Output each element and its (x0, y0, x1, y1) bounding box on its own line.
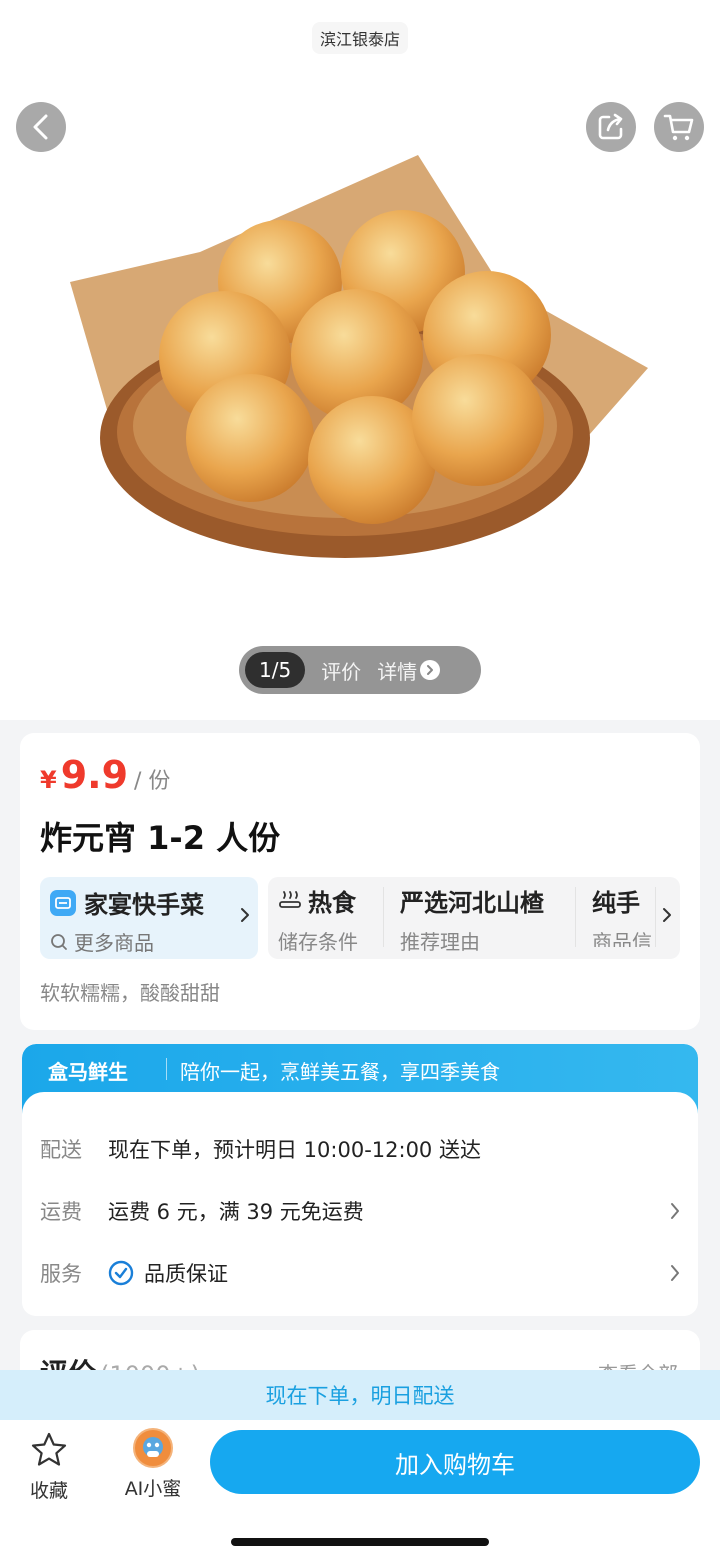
delivery-notice: 现在下单，明日配送 (0, 1370, 720, 1420)
delivery-row: 配送 现在下单，预计明日 10:00-12:00 送达 (40, 1134, 680, 1164)
bottom-action-bar: 收藏 AI小蜜 加入购物车 (0, 1420, 720, 1560)
cart-button[interactable] (654, 102, 704, 152)
attribute-storage-title: 热食 (308, 889, 356, 917)
home-indicator (231, 1538, 489, 1546)
star-icon (31, 1432, 67, 1466)
shipping-fee-row[interactable]: 运费 运费 6 元，满 39 元免运费 (40, 1196, 680, 1226)
attribute-reason: 严选河北山楂 推荐理由 (384, 887, 576, 954)
attribute-reason-sub: 推荐理由 (400, 930, 480, 954)
attribute-other-title: 纯手 (592, 889, 640, 917)
more-products-link: 更多商品 (74, 931, 154, 955)
chevron-right-icon (671, 1203, 679, 1219)
back-button[interactable] (16, 102, 66, 152)
tab-reviews[interactable]: 评价 (321, 656, 361, 685)
chevron-left-icon (33, 114, 48, 140)
category-name: 家宴快手菜 (84, 891, 204, 919)
service-row[interactable]: 服务 品质保证 (40, 1258, 680, 1288)
ai-assistant-label: AI小蜜 (124, 1478, 182, 1500)
attributes-strip[interactable]: 热食 储存条件 严选河北山楂 推荐理由 纯手 商品信 (268, 877, 680, 959)
attribute-other-sub: 商品信 (592, 930, 652, 947)
service-card: 盒马鲜生 陪你一起，烹鲜美五餐，享四季美食 配送 现在下单，预计明日 10:00… (22, 1044, 698, 1316)
product-gallery[interactable]: 滨江银泰店 1/5 评价 详情 (0, 0, 720, 720)
tab-details-label: 详情 (377, 659, 418, 684)
price: 9.9 (60, 753, 129, 797)
search-icon (51, 933, 67, 950)
currency-symbol: ¥ (40, 766, 57, 794)
brand-slogan: 陪你一起，烹鲜美五餐，享四季美食 (180, 1060, 500, 1084)
service-label: 服务 (40, 1262, 82, 1286)
brand-name: 盒马鲜生 (48, 1060, 128, 1084)
share-button[interactable] (586, 102, 636, 152)
ai-assistant-button[interactable]: AI小蜜 (118, 1428, 188, 1501)
chevron-right-icon (671, 1265, 679, 1281)
product-info-card: ¥ 9.9 / 份 炸元宵 1-2 人份 家宴快手菜 更多商品 热食 储存条件 … (20, 733, 700, 1030)
add-to-cart-button[interactable]: 加入购物车 (210, 1430, 700, 1494)
gallery-pager: 1/5 评价 详情 (239, 646, 481, 694)
delivery-label: 配送 (40, 1138, 82, 1162)
page-indicator: 1/5 (245, 652, 306, 688)
price-unit: / 份 (134, 769, 171, 794)
divider (166, 1058, 167, 1080)
product-description: 软软糯糯，酸酸甜甜 (40, 981, 220, 1005)
chevron-right-icon (663, 908, 671, 922)
attribute-storage-sub: 储存条件 (278, 930, 358, 954)
tab-details[interactable]: 详情 (377, 656, 441, 685)
chevron-right-icon (241, 908, 249, 922)
category-tag[interactable]: 家宴快手菜 更多商品 (40, 877, 258, 959)
shipping-fee-label: 运费 (40, 1200, 82, 1224)
product-title: 炸元宵 1-2 人份 (40, 819, 281, 857)
service-value: 品质保证 (144, 1262, 228, 1286)
steam-icon (279, 890, 301, 908)
store-name[interactable]: 滨江银泰店 (311, 22, 409, 54)
check-circle-icon (108, 1260, 134, 1286)
chevron-right-icon (420, 660, 441, 680)
favorite-button[interactable]: 收藏 (22, 1430, 76, 1503)
share-icon (598, 113, 623, 140)
cart-icon (663, 114, 694, 141)
delivery-value: 现在下单，预计明日 10:00-12:00 送达 (108, 1138, 481, 1162)
price-line: ¥ 9.9 / 份 (40, 753, 170, 797)
attribute-reason-title: 严选河北山楂 (400, 889, 544, 917)
category-icon (50, 889, 76, 916)
shipping-fee-value: 运费 6 元，满 39 元免运费 (108, 1200, 364, 1224)
attribute-storage: 热食 储存条件 (268, 887, 384, 954)
service-info: 配送 现在下单，预计明日 10:00-12:00 送达 运费 运费 6 元，满 … (22, 1092, 698, 1316)
ai-assistant-avatar (133, 1428, 173, 1468)
attribute-other: 纯手 商品信 (576, 887, 656, 947)
tags-row: 家宴快手菜 更多商品 热食 储存条件 严选河北山楂 推荐理由 纯手 商品信 (40, 877, 680, 959)
favorite-label: 收藏 (29, 1480, 68, 1502)
